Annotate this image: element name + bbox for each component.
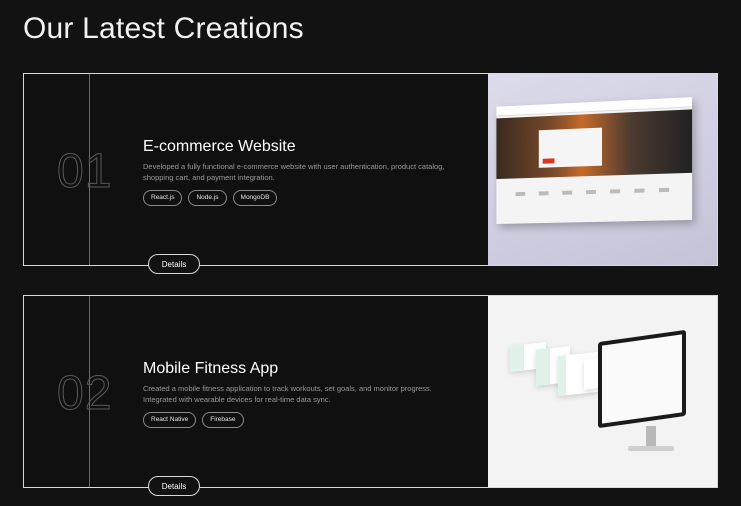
- details-button[interactable]: Details: [148, 476, 200, 496]
- project-number: 02: [56, 367, 113, 421]
- imac-base: [628, 446, 674, 451]
- project-title: E-commerce Website: [143, 138, 296, 155]
- details-button[interactable]: Details: [148, 254, 200, 274]
- project-description: Created a mobile fitness application to …: [143, 384, 432, 404]
- tag-node: Node.js: [188, 190, 227, 206]
- page-title: Our Latest Creations: [23, 12, 304, 45]
- project-description: Developed a fully functional e-commerce …: [143, 162, 445, 182]
- tag-react-native: React Native: [143, 412, 197, 428]
- tag-mongodb: MongoDB: [232, 190, 278, 206]
- project-image-fitness: [488, 296, 717, 487]
- imac-mockup: [598, 329, 686, 429]
- tag-firebase: Firebase: [202, 412, 244, 428]
- project-image-ecommerce: [488, 74, 717, 265]
- project-card-fitness: 02 Mobile Fitness App Created a mobile f…: [23, 295, 718, 496]
- project-card-ecommerce: 01 E-commerce Website Developed a fully …: [23, 73, 718, 274]
- project-title: Mobile Fitness App: [143, 360, 279, 377]
- tag-list: React Native Firebase: [143, 412, 244, 428]
- laptop-mockup: [496, 97, 693, 225]
- tag-list: React.js Node.js MongoDB: [143, 190, 278, 206]
- imac-stand: [646, 426, 656, 448]
- tag-react: React.js: [143, 190, 183, 206]
- project-number: 01: [56, 145, 113, 199]
